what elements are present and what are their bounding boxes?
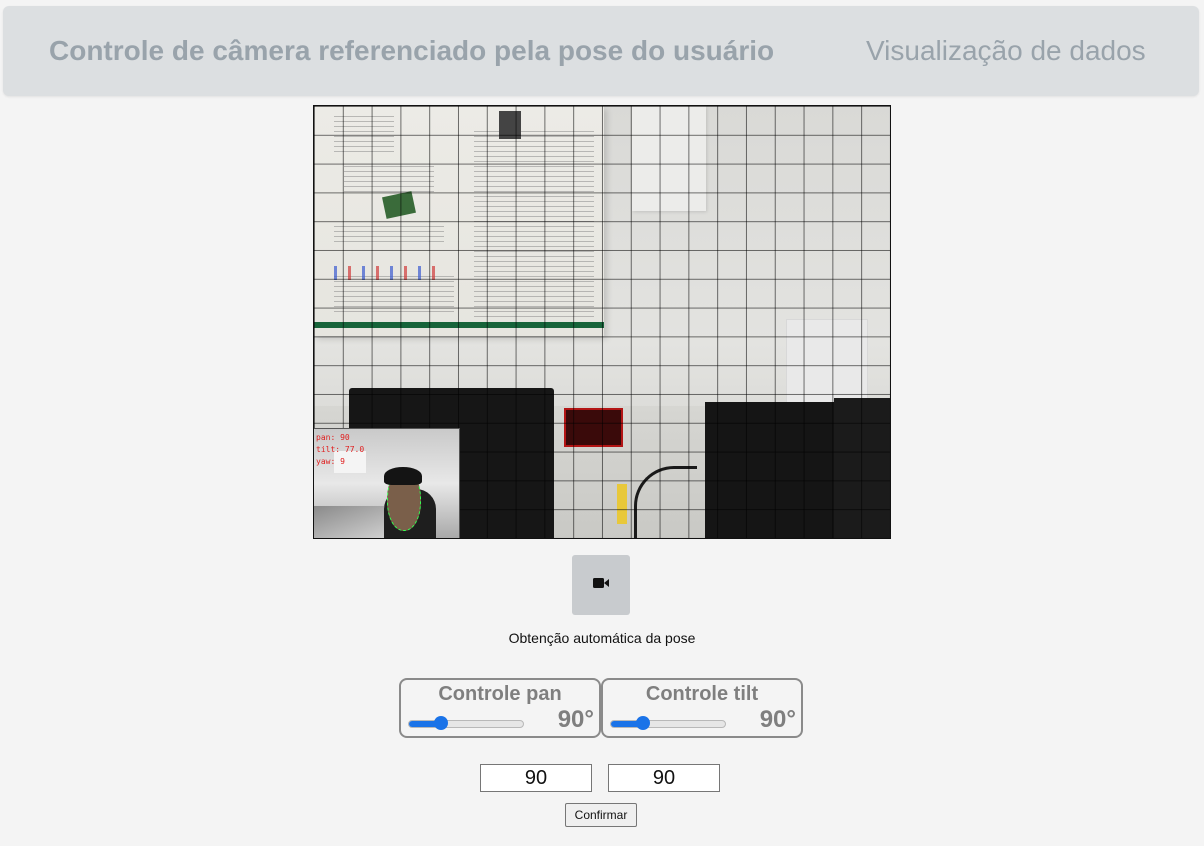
tilt-input[interactable] [608, 764, 720, 792]
tilt-slider[interactable] [610, 716, 726, 730]
pan-control-title: Controle pan [438, 683, 562, 705]
video-camera-icon [593, 578, 609, 588]
pan-value-display: 90° [557, 706, 594, 733]
pan-slider-thumb[interactable] [434, 716, 448, 730]
auto-pose-label: Obtenção automática da pose [508, 630, 696, 646]
tab-camera-control[interactable]: Controle de câmera referenciado pela pos… [49, 6, 774, 96]
page: Controle de câmera referenciado pela pos… [0, 0, 1204, 846]
user-pose-preview: pan: 90 tilt: 77.0 yaw: 9 [314, 428, 460, 538]
tilt-control-title: Controle tilt [645, 683, 759, 705]
pan-readout: pan: 90 [316, 433, 350, 442]
tab-bar: Controle de câmera referenciado pela pos… [3, 6, 1199, 96]
pan-control-panel: Controle pan 90° [399, 678, 601, 738]
pan-input[interactable] [480, 764, 592, 792]
tilt-control-panel: Controle tilt 90° [601, 678, 803, 738]
camera-video-feed: pan: 90 tilt: 77.0 yaw: 9 [313, 105, 891, 539]
pan-slider[interactable] [408, 716, 524, 730]
tab-data-visualization[interactable]: Visualização de dados [866, 6, 1146, 96]
confirm-button[interactable]: Confirmar [565, 803, 637, 827]
camera-toggle-button[interactable] [572, 555, 630, 615]
tilt-readout: tilt: 77.0 [316, 445, 365, 454]
tilt-value-display: 90° [759, 706, 796, 733]
yaw-readout: yaw: 9 [316, 457, 345, 466]
tilt-slider-thumb[interactable] [636, 716, 650, 730]
